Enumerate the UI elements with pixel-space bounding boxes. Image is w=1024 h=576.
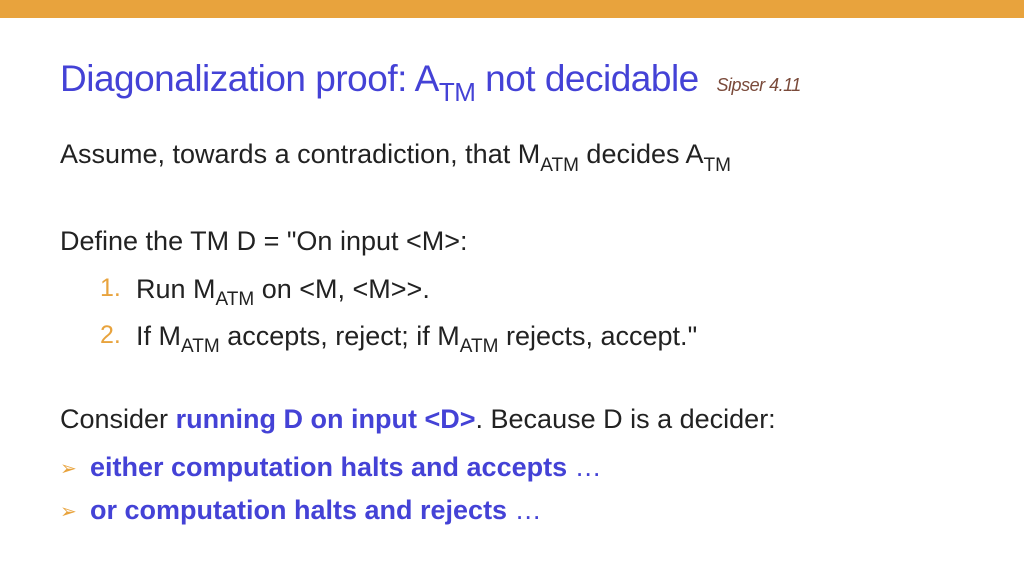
slide-body: Assume, towards a contradiction, that MA… xyxy=(60,134,964,532)
outcome-item-reject: ➢ or computation halts and rejects … xyxy=(60,490,964,532)
step-item-1: 1. Run MATM on <M, <M>>. xyxy=(100,269,964,314)
accent-bar xyxy=(0,0,1024,18)
text-fragment: decides A xyxy=(579,139,704,169)
text-fragment: Run M xyxy=(136,274,216,304)
slide-title: Diagonalization proof: ATM not decidable… xyxy=(60,58,964,106)
chevron-right-icon: ➢ xyxy=(60,454,77,485)
text-fragment: on <M, <M>>. xyxy=(254,274,430,304)
subscript: ATM xyxy=(460,336,499,357)
spacer xyxy=(60,185,964,221)
text-fragment: rejects, accept." xyxy=(498,321,697,351)
step-list: 1. Run MATM on <M, <M>>. 2. If MATM acce… xyxy=(60,269,964,361)
title-part2: not decidable xyxy=(475,58,698,99)
consider-line: Consider running D on input <D>. Because… xyxy=(60,399,964,441)
subscript: ATM xyxy=(540,155,579,176)
subscript: TM xyxy=(704,155,731,176)
ellipsis: … xyxy=(507,495,542,525)
define-line: Define the TM D = "On input <M>: xyxy=(60,221,964,263)
subscript: ATM xyxy=(216,289,255,310)
slide-content: Diagonalization proof: ATM not decidable… xyxy=(0,18,1024,554)
outcome-list: ➢ either computation halts and accepts …… xyxy=(60,447,964,533)
title-subscript: TM xyxy=(439,77,476,107)
title-reference: Sipser 4.11 xyxy=(717,75,801,95)
text-fragment: Consider xyxy=(60,404,176,434)
step-number: 2. xyxy=(100,316,121,355)
subscript: ATM xyxy=(181,336,220,357)
text-fragment: If M xyxy=(136,321,181,351)
text-fragment: accepts, reject; if M xyxy=(220,321,460,351)
assumption-line: Assume, towards a contradiction, that MA… xyxy=(60,134,964,179)
emphasis-text: running D on input <D> xyxy=(176,404,476,434)
emphasis-text: either computation halts and accepts xyxy=(90,452,567,482)
chevron-right-icon: ➢ xyxy=(60,497,77,528)
title-part1: Diagonalization proof: A xyxy=(60,58,439,99)
emphasis-text: or computation halts and rejects xyxy=(90,495,507,525)
step-item-2: 2. If MATM accepts, reject; if MATM reje… xyxy=(100,316,964,361)
outcome-item-accept: ➢ either computation halts and accepts … xyxy=(60,447,964,489)
text-fragment: Assume, towards a contradiction, that M xyxy=(60,139,540,169)
spacer xyxy=(60,363,964,399)
step-number: 1. xyxy=(100,269,121,308)
ellipsis: … xyxy=(567,452,602,482)
text-fragment: . Because D is a decider: xyxy=(476,404,776,434)
